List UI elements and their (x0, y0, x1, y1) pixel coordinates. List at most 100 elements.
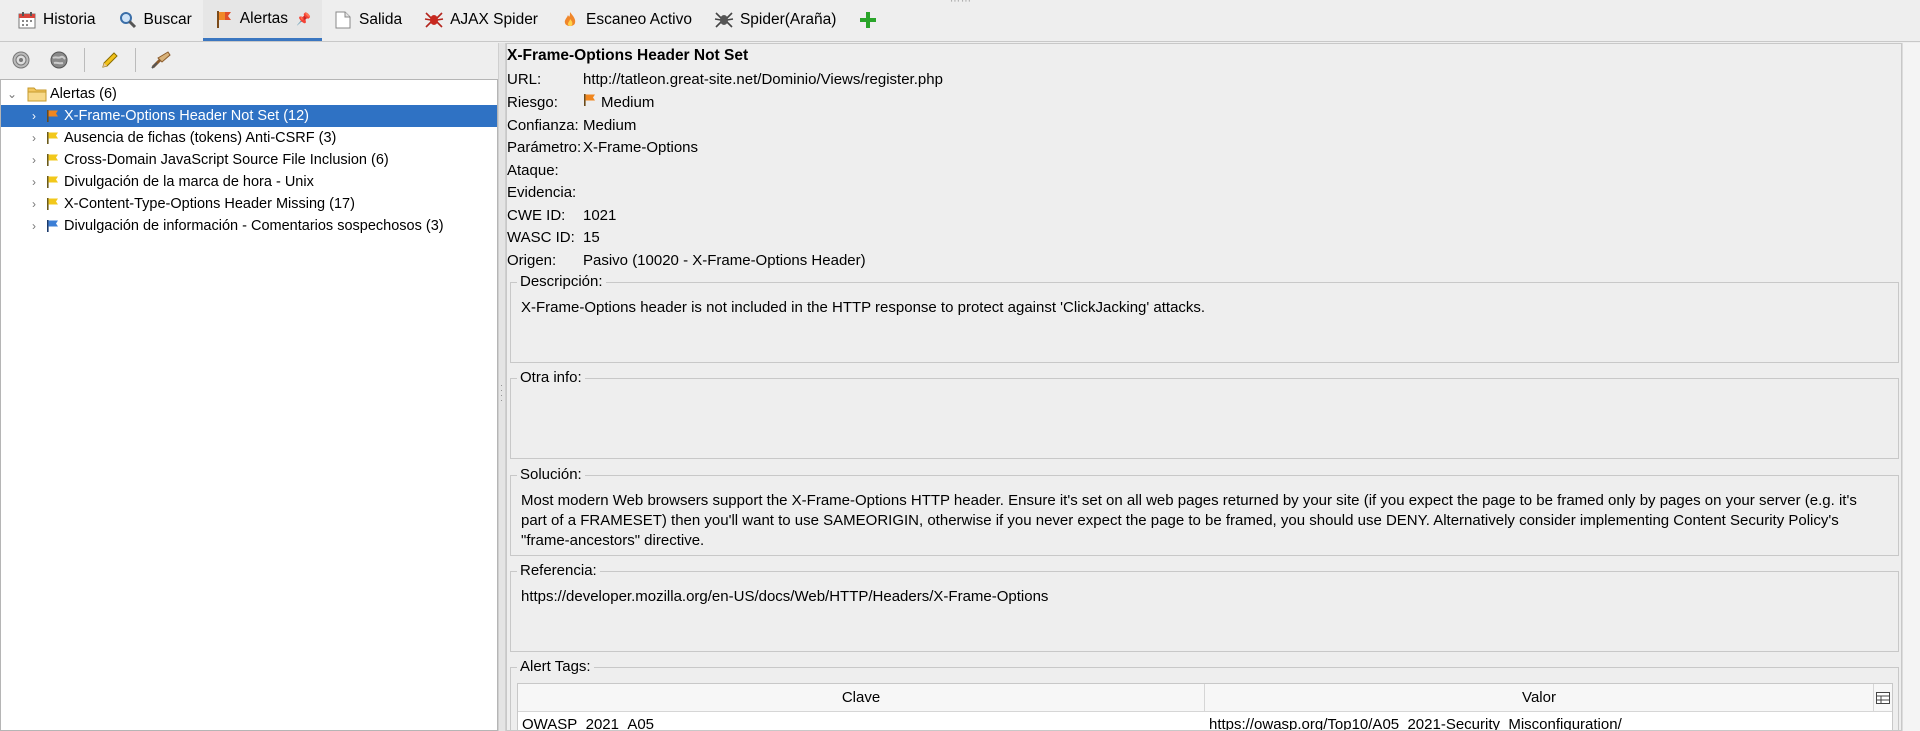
solution-group: Solución: Most modern Web browsers suppo… (510, 466, 1899, 556)
tab-spider[interactable]: Spider(Araña) (703, 0, 848, 41)
tab-label: Alertas (239, 9, 289, 27)
tree-item-timestamp[interactable]: › Divulgación de la marca de hora - Unix (1, 171, 497, 193)
description-label: Descripción: (517, 273, 606, 290)
tab-label: Salida (359, 11, 403, 28)
field-value: Pasivo (10020 - X-Frame-Options Header) (583, 251, 866, 269)
tree-item-xframe[interactable]: › X-Frame-Options Header Not Set (12) (1, 105, 497, 127)
tree-item-label: X-Content-Type-Options Header Missing (1… (64, 196, 355, 212)
field-value: X-Frame-Options (583, 138, 699, 156)
field-evidencia: Evidencia: (507, 182, 583, 202)
orange-flag-icon (583, 93, 597, 111)
field-label: Evidencia: (507, 183, 577, 201)
field-label: Confianza: (507, 116, 579, 134)
tab-salida[interactable]: Salida (322, 0, 413, 41)
calendar-icon (17, 10, 37, 30)
field-cwe-id: CWE ID: 1021 (507, 205, 616, 225)
alerts-panel: ⌄ Alertas (6) › X-Frame-Options Header N… (0, 43, 498, 731)
orange-flag-icon (45, 108, 61, 124)
splitter-grip[interactable]: · · · · (500, 381, 504, 405)
column-chooser-icon[interactable] (1874, 684, 1892, 711)
tree-item-label: X-Frame-Options Header Not Set (12) (64, 108, 309, 124)
field-url: URL: http://tatleon.great-site.net/Domin… (507, 69, 943, 89)
field-label: URL: (507, 70, 542, 88)
globe-icon[interactable] (46, 47, 72, 73)
tag-key-cell: OWASP_2021_A05 (522, 715, 655, 731)
column-header-valor[interactable]: Valor (1205, 684, 1874, 711)
pin-icon[interactable]: 📌 (296, 12, 311, 26)
yellow-flag-icon (45, 152, 61, 168)
blue-flag-icon (45, 218, 61, 234)
reference-label: Referencia: (517, 562, 600, 579)
table-row[interactable]: OWASP_2021_A05 https://owasp.org/Top10/A… (518, 712, 1892, 731)
tree-root[interactable]: ⌄ Alertas (6) (1, 83, 497, 105)
risk-value-wrap: Medium (583, 93, 654, 111)
red-spider-icon (424, 10, 444, 30)
other-info-label: Otra info: (517, 369, 585, 386)
field-value: 1021 (583, 206, 617, 224)
tab-escaneo-activo[interactable]: Escaneo Activo (549, 0, 703, 41)
tree-item-label: Ausencia de fichas (tokens) Anti-CSRF (3… (64, 130, 337, 146)
tab-label: Spider(Araña) (739, 11, 837, 28)
solution-label: Solución: (517, 466, 585, 483)
alerts-tree[interactable]: ⌄ Alertas (6) › X-Frame-Options Header N… (0, 79, 498, 731)
add-tab-button[interactable] (847, 0, 889, 41)
tab-bar: ⋯⋯ Historia Buscar Alertas 📌 Salida AJAX… (0, 0, 1920, 42)
search-icon (118, 10, 138, 30)
tree-item-content-type[interactable]: › X-Content-Type-Options Header Missing … (1, 193, 497, 215)
alert-tags-label: Alert Tags: (517, 658, 594, 675)
tree-item-anticsrf[interactable]: › Ausencia de fichas (tokens) Anti-CSRF … (1, 127, 497, 149)
toolbar-separator (135, 48, 136, 72)
chevron-right-icon[interactable]: › (27, 153, 41, 167)
field-wasc-id: WASC ID: 15 (507, 227, 600, 247)
target-icon[interactable] (8, 47, 34, 73)
field-origen: Origen: Pasivo (10020 - X-Frame-Options … (507, 250, 866, 270)
other-info-group: Otra info: (510, 369, 1899, 459)
spider-icon (714, 10, 734, 30)
tree-item-label: Cross-Domain JavaScript Source File Incl… (64, 152, 389, 168)
plus-icon (858, 10, 878, 30)
tree-item-label: Divulgación de la marca de hora - Unix (64, 174, 314, 190)
chevron-right-icon[interactable]: › (27, 131, 41, 145)
alerts-toolbar (0, 43, 498, 77)
yellow-flag-icon (45, 174, 61, 190)
yellow-flag-icon (45, 196, 61, 212)
broom-icon[interactable] (148, 47, 174, 73)
solution-text[interactable]: Most modern Web browsers support the X-F… (521, 491, 1868, 551)
chevron-right-icon[interactable]: › (27, 219, 41, 233)
tab-historia[interactable]: Historia (6, 0, 107, 41)
tab-buscar[interactable]: Buscar (107, 0, 203, 41)
field-label: Ataque: (507, 161, 559, 179)
tab-ajax-spider[interactable]: AJAX Spider (413, 0, 549, 41)
tree-item-crossdomain[interactable]: › Cross-Domain JavaScript Source File In… (1, 149, 497, 171)
chevron-right-icon[interactable]: › (27, 109, 41, 123)
tab-alertas[interactable]: Alertas 📌 (202, 0, 322, 41)
chevron-right-icon[interactable]: › (27, 175, 41, 189)
field-label: Origen: (507, 251, 557, 269)
tree-root-label: Alertas (6) (50, 86, 117, 102)
chevron-right-icon[interactable]: › (27, 197, 41, 211)
chevron-down-icon[interactable]: ⌄ (5, 87, 19, 101)
column-header-clave[interactable]: Clave (518, 684, 1205, 711)
tab-label: Escaneo Activo (585, 11, 692, 28)
toolbar-separator (84, 48, 85, 72)
flag-icon (214, 9, 234, 29)
drag-grip[interactable]: ⋯⋯ (950, 0, 971, 7)
table-header: Clave Valor (518, 684, 1892, 712)
field-label: CWE ID: (507, 206, 566, 224)
detail-scrollbar[interactable] (1902, 43, 1920, 731)
alert-tags-table[interactable]: Clave Valor OWASP_2021_A05 https://owasp… (517, 683, 1893, 731)
tree-item-comments[interactable]: › Divulgación de información - Comentari… (1, 215, 497, 237)
description-group: Descripción: X-Frame-Options header is n… (510, 273, 1899, 363)
field-confianza: Confianza: Medium (507, 115, 636, 135)
field-value: http://tatleon.great-site.net/Dominio/Vi… (583, 70, 943, 88)
reference-text[interactable]: https://developer.mozilla.org/en-US/docs… (521, 587, 1868, 607)
field-label: Parámetro: (507, 138, 582, 156)
description-text[interactable]: X-Frame-Options header is not included i… (521, 298, 1868, 318)
alert-title: X-Frame-Options Header Not Set (507, 47, 749, 64)
field-parametro: Parámetro: X-Frame-Options (507, 137, 698, 157)
field-label: Riesgo: (507, 93, 558, 111)
pencil-icon[interactable] (97, 47, 123, 73)
panel-splitter[interactable]: · · · · (498, 43, 506, 731)
field-value: Medium (583, 116, 637, 134)
tree-item-label: Divulgación de información - Comentarios… (64, 218, 444, 234)
